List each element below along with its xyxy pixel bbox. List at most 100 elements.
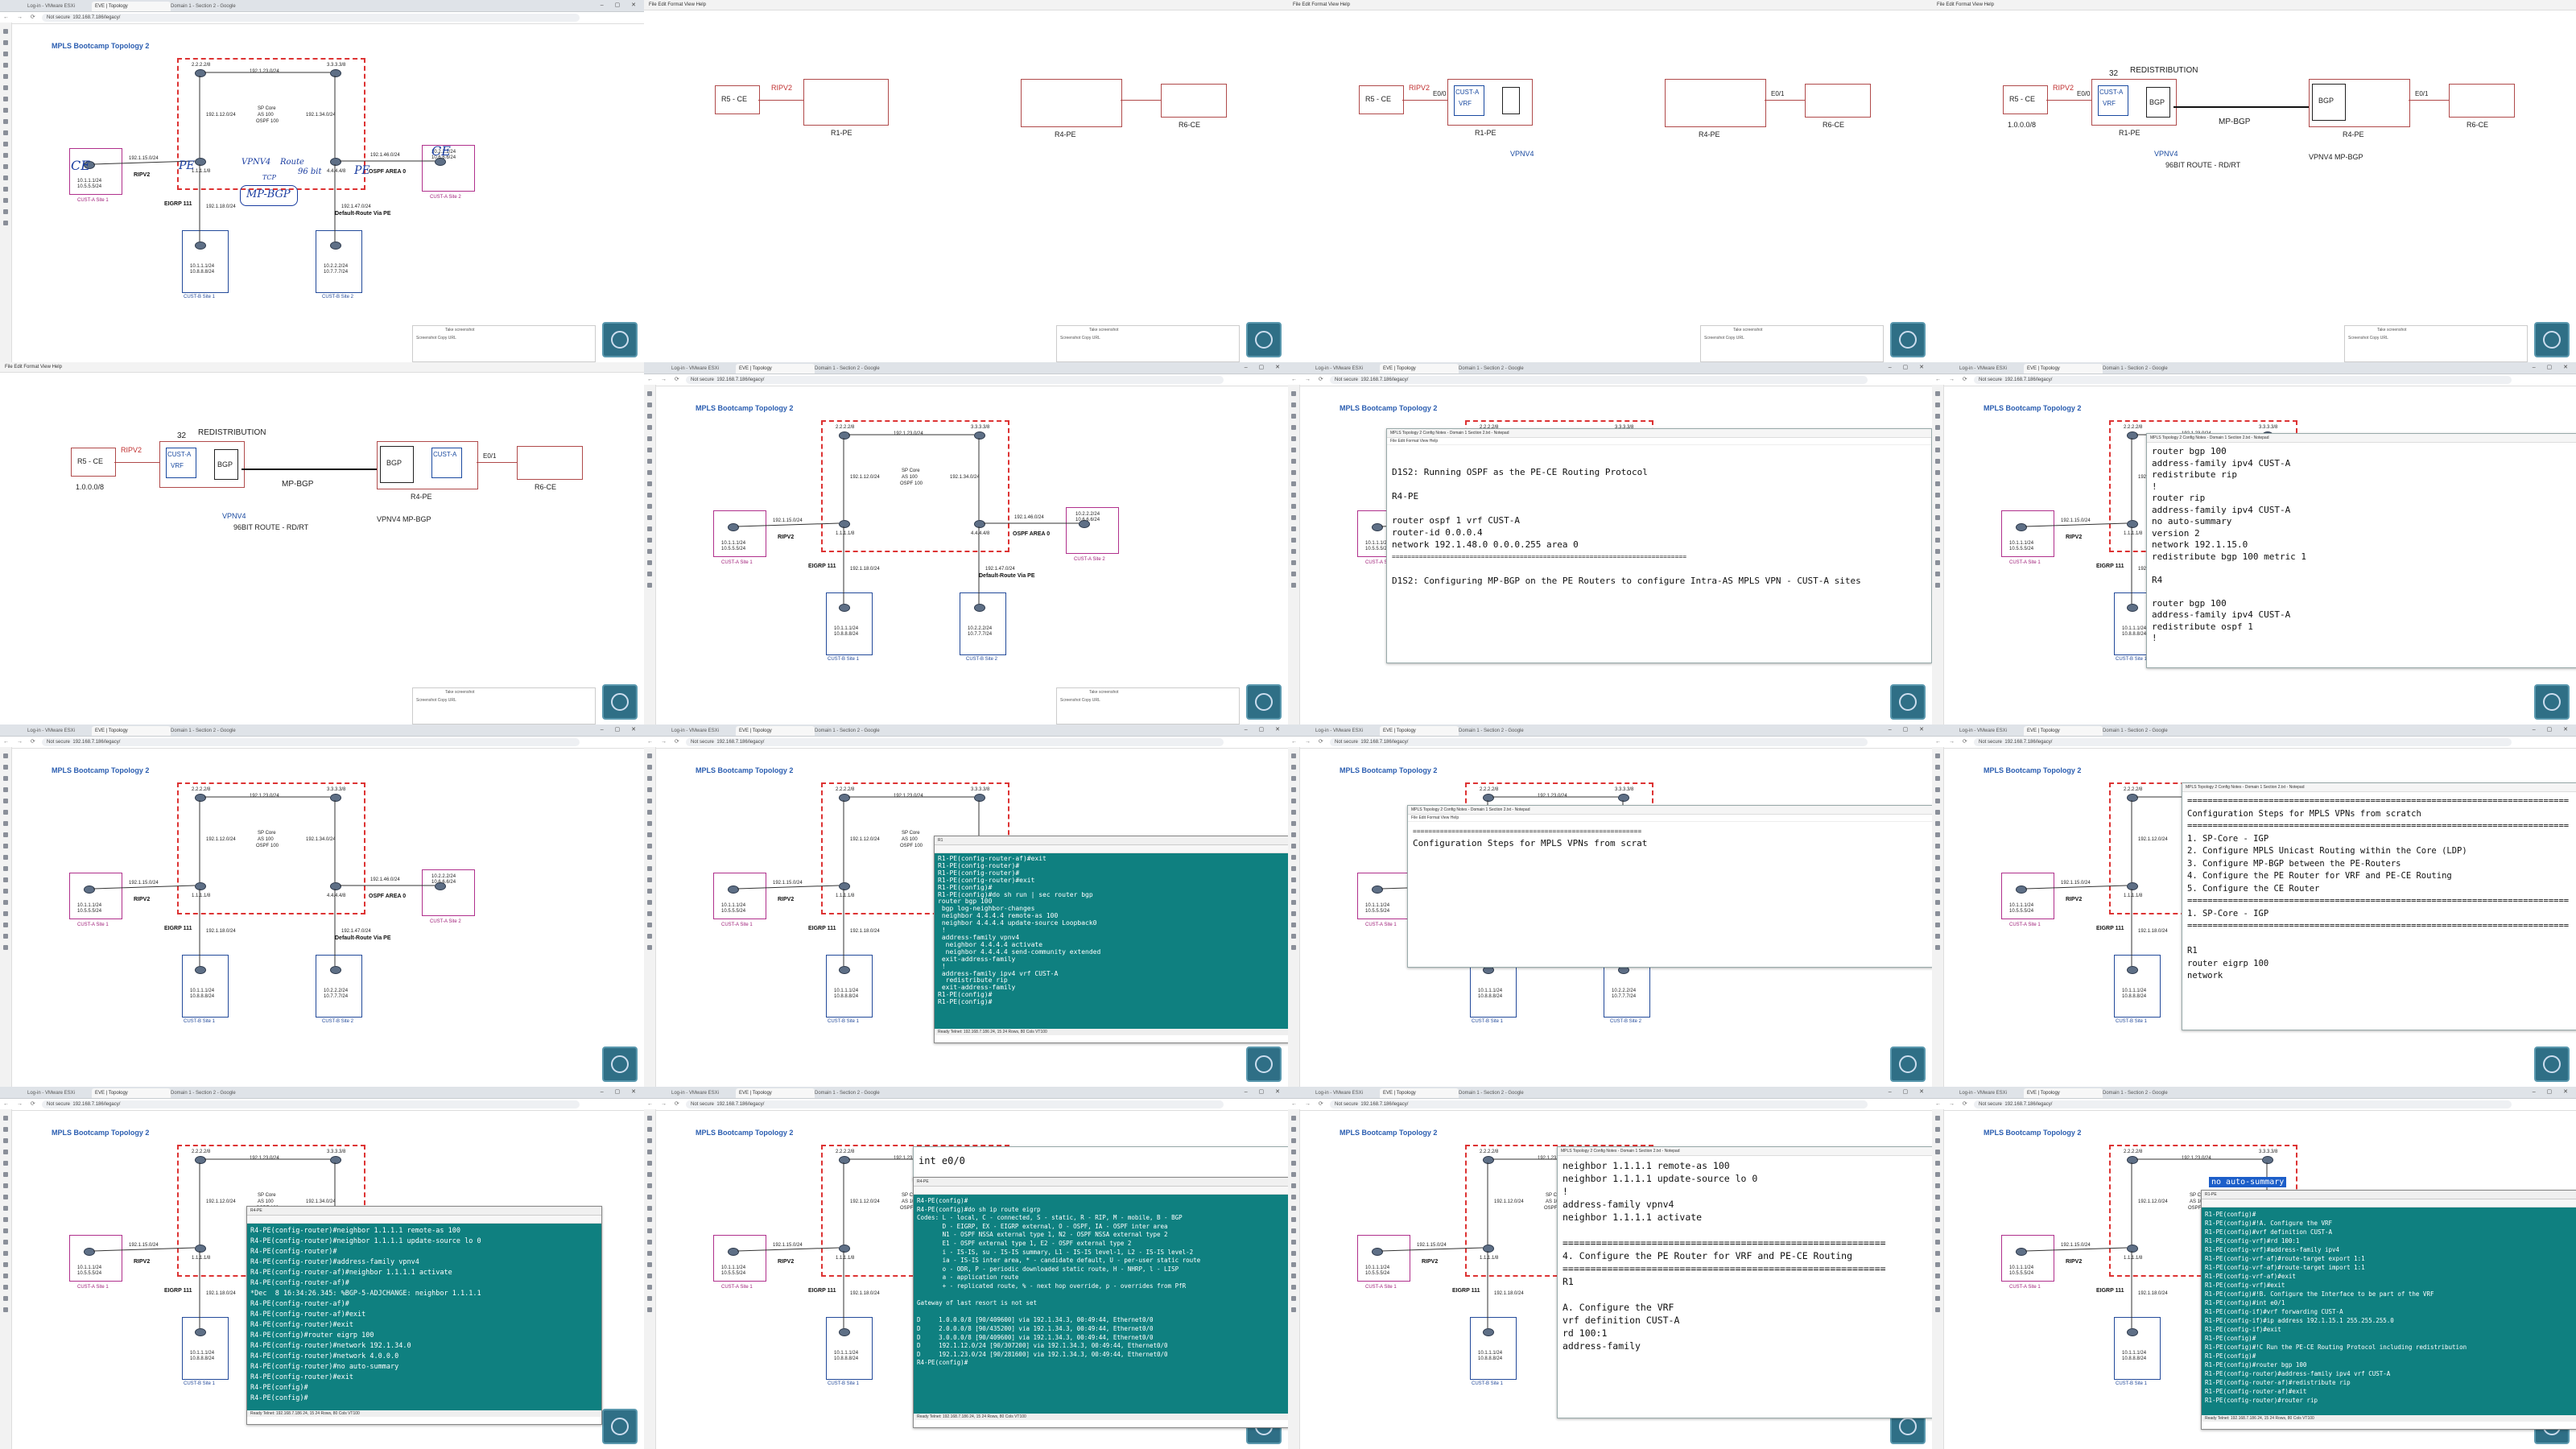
window-controls[interactable]: – ▢ ✕: [1889, 1088, 1929, 1095]
tab-esxi[interactable]: Log-in - VMware ESXi: [1312, 1088, 1383, 1098]
app-menubar[interactable]: File Edit Format View Help: [1932, 0, 2576, 10]
url-field[interactable]: Not secure 192.168.7.186/legacy/: [1974, 376, 2512, 384]
screenshot-tools[interactable]: Screenshot Copy URL: [413, 334, 595, 342]
notepad-window[interactable]: MPLS Topology 2 Config Notes - Domain 1 …: [2182, 782, 2576, 1030]
notepad-menu[interactable]: File Edit Format View Help: [1387, 438, 1931, 445]
app-menubar[interactable]: File Edit Format View Help: [0, 362, 644, 373]
eve-sidebar[interactable]: [644, 1109, 656, 1449]
screenshot-tools[interactable]: Screenshot Copy URL: [1057, 696, 1239, 704]
tab-esxi[interactable]: Log-in - VMware ESXi: [1312, 726, 1383, 736]
terminal-output[interactable]: R1-PE(config)# R1-PE(config)#!A. Configu…: [2202, 1208, 2576, 1415]
nav-buttons[interactable]: ← → ⟳: [647, 376, 683, 382]
router-r1-pe[interactable]: [839, 882, 850, 890]
tab-google-doc[interactable]: Domain 1 - Section 2 - Google: [1455, 726, 1542, 736]
terminal-toolbar[interactable]: [2202, 1199, 2576, 1208]
nav-buttons[interactable]: ← → ⟳: [647, 1100, 683, 1107]
nav-buttons[interactable]: ← → ⟳: [1935, 1100, 1971, 1107]
router-r3[interactable]: [330, 794, 341, 802]
nav-buttons[interactable]: ← → ⟳: [1291, 1100, 1327, 1107]
window-controls[interactable]: – ▢ ✕: [601, 726, 641, 733]
url-field[interactable]: Not secure 192.168.7.186/legacy/: [1330, 738, 1868, 746]
terminal-output[interactable]: R4-PE(config)# R4-PE(config)#do sh ip ro…: [914, 1195, 1288, 1414]
tab-eve-topology[interactable]: EVE | Topology: [736, 726, 815, 736]
router-r3[interactable]: [2262, 1156, 2273, 1164]
terminal-output[interactable]: R4-PE(config-router)#neighbor 1.1.1.1 re…: [247, 1224, 601, 1410]
router-r1-pe[interactable]: [195, 1245, 206, 1253]
tab-google-doc[interactable]: Domain 1 - Section 2 - Google: [811, 1088, 898, 1098]
url-field[interactable]: Not secure 192.168.7.186/legacy/: [686, 376, 1224, 384]
screenshot-panel[interactable]: Take screenshot Screenshot Copy URL: [1700, 325, 1884, 362]
tab-eve-topology[interactable]: EVE | Topology: [2024, 364, 2103, 374]
router-r1-pe[interactable]: [839, 1245, 850, 1253]
notepad-window[interactable]: int e0/0: [913, 1146, 1288, 1180]
tab-google-doc[interactable]: Domain 1 - Section 2 - Google: [167, 2, 254, 11]
url-field[interactable]: Not secure 192.168.7.186/legacy/: [1330, 1100, 1868, 1108]
window-controls[interactable]: – ▢ ✕: [2533, 726, 2573, 733]
tab-google-doc[interactable]: Domain 1 - Section 2 - Google: [167, 1088, 254, 1098]
window-controls[interactable]: – ▢ ✕: [1889, 364, 1929, 370]
eve-sidebar[interactable]: [1932, 385, 1944, 724]
url-field[interactable]: Not secure 192.168.7.186/legacy/: [42, 1100, 580, 1108]
nav-buttons[interactable]: ← → ⟳: [1935, 376, 1971, 382]
router-r1-pe[interactable]: [2127, 520, 2138, 528]
app-menubar[interactable]: File Edit Format View Help: [1288, 0, 1932, 10]
router-r2[interactable]: [195, 1156, 206, 1164]
router-r1-pe[interactable]: [2127, 1245, 2138, 1253]
window-controls[interactable]: – ▢ ✕: [1245, 726, 1285, 733]
router-r1-pe[interactable]: [1483, 1245, 1494, 1253]
router-r3[interactable]: [974, 431, 985, 440]
nav-buttons[interactable]: ← → ⟳: [647, 738, 683, 745]
router-r2[interactable]: [195, 794, 206, 802]
window-controls[interactable]: – ▢ ✕: [1245, 364, 1285, 370]
tab-esxi[interactable]: Log-in - VMware ESXi: [668, 726, 739, 736]
url-field[interactable]: Not secure 192.168.7.186/legacy/: [42, 14, 580, 22]
url-field[interactable]: Not secure 192.168.7.186/legacy/: [1330, 376, 1868, 384]
nav-buttons[interactable]: ← → ⟳: [1935, 738, 1971, 745]
terminal-toolbar[interactable]: [935, 845, 1288, 853]
tab-eve-topology[interactable]: EVE | Topology: [2024, 726, 2103, 736]
window-controls[interactable]: – ▢ ✕: [2533, 1088, 2573, 1095]
screenshot-panel[interactable]: Take screenshot Screenshot Copy URL: [1056, 687, 1240, 724]
router-r2[interactable]: [2127, 1156, 2138, 1164]
eve-sidebar[interactable]: [644, 747, 656, 1087]
tab-esxi[interactable]: Log-in - VMware ESXi: [1956, 1088, 2027, 1098]
screenshot-tools[interactable]: Screenshot Copy URL: [1701, 334, 1883, 342]
tab-eve-topology[interactable]: EVE | Topology: [736, 364, 815, 374]
window-controls[interactable]: – ▢ ✕: [601, 2, 641, 8]
terminal-r4-route[interactable]: R4-PE R4-PE(config)# R4-PE(config)#do sh…: [913, 1177, 1288, 1428]
router-r2[interactable]: [839, 431, 850, 440]
tab-google-doc[interactable]: Domain 1 - Section 2 - Google: [1455, 364, 1542, 374]
router-r3[interactable]: [330, 69, 341, 77]
window-controls[interactable]: – ▢ ✕: [1245, 1088, 1285, 1095]
router-r1-pe[interactable]: [2127, 882, 2138, 890]
tab-google-doc[interactable]: Domain 1 - Section 2 - Google: [2099, 726, 2186, 736]
router-r4-pe[interactable]: [330, 158, 341, 166]
tab-eve-topology[interactable]: EVE | Topology: [736, 1088, 815, 1098]
eve-sidebar[interactable]: [1932, 747, 1944, 1087]
screenshot-tools[interactable]: Screenshot Copy URL: [1057, 334, 1239, 342]
tab-eve-topology[interactable]: EVE | Topology: [1380, 364, 1459, 374]
tab-google-doc[interactable]: Domain 1 - Section 2 - Google: [2099, 1088, 2186, 1098]
router-r1-pe[interactable]: [839, 520, 850, 528]
notepad-content[interactable]: neighbor 1.1.1.1 remote-as 100 neighbor …: [1558, 1156, 1932, 1356]
notepad-content[interactable]: ========================================…: [1408, 822, 1932, 852]
notepad-content[interactable]: D1S2: Running OSPF as the PE-CE Routing …: [1387, 445, 1931, 590]
url-field[interactable]: Not secure 192.168.7.186/legacy/: [42, 738, 580, 746]
notepad-window[interactable]: MPLS Topology 2 Config Notes - Domain 1 …: [2146, 433, 2576, 668]
tab-eve-topology[interactable]: EVE | Topology: [92, 2, 171, 11]
notepad-window[interactable]: MPLS Topology 2 Config Notes - Domain 1 …: [1557, 1146, 1932, 1418]
eve-sidebar[interactable]: [644, 385, 656, 724]
nav-buttons[interactable]: ← → ⟳: [1291, 376, 1327, 382]
window-controls[interactable]: – ▢ ✕: [601, 1088, 641, 1095]
nav-buttons[interactable]: ← → ⟳: [3, 14, 39, 20]
notepad-menu[interactable]: File Edit Format View Help: [1408, 815, 1932, 822]
notepad-content[interactable]: router bgp 100 address-family ipv4 CUST-…: [2147, 443, 2576, 648]
terminal-r1-vrf[interactable]: R1-PE R1-PE(config)# R1-PE(config)#!A. C…: [2201, 1190, 2576, 1430]
url-field[interactable]: Not secure 192.168.7.186/legacy/: [1974, 1100, 2512, 1108]
terminal-toolbar[interactable]: [914, 1187, 1288, 1195]
tab-google-doc[interactable]: Domain 1 - Section 2 - Google: [811, 726, 898, 736]
nav-buttons[interactable]: ← → ⟳: [1291, 738, 1327, 745]
url-field[interactable]: Not secure 192.168.7.186/legacy/: [1974, 738, 2512, 746]
eve-sidebar[interactable]: [0, 747, 12, 1087]
tab-eve-topology[interactable]: EVE | Topology: [1380, 1088, 1459, 1098]
